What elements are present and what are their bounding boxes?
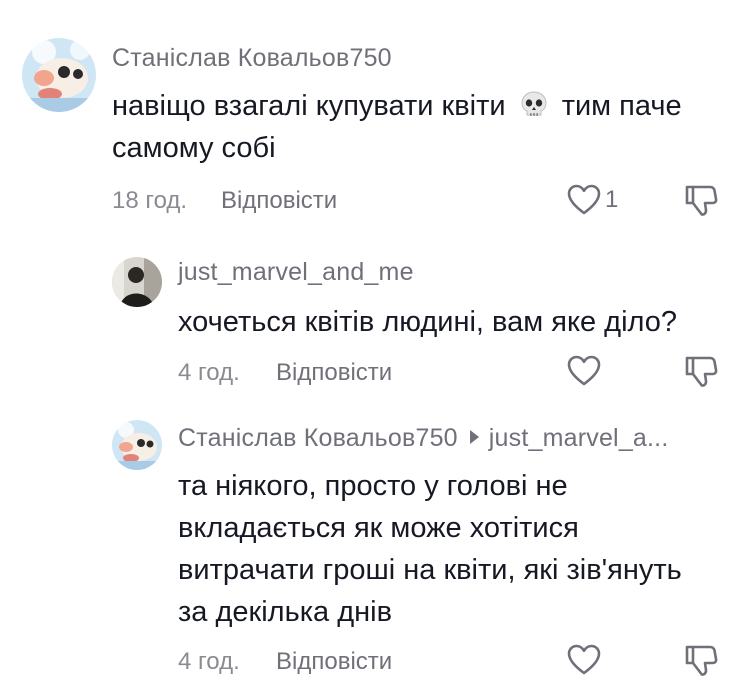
skull-emoji-icon [518, 89, 550, 132]
comment-text-line: та ніякого, просто у голові не [178, 470, 568, 502]
comment-text-line: хочеться квітів людині, вам яке діло? [178, 306, 678, 338]
comment-text-line: витрачати гроші на квіти, які зів'януть [178, 554, 682, 586]
thumbs-down-outline-icon [685, 645, 718, 676]
avatar[interactable] [112, 420, 162, 470]
reply-to-user[interactable]: just_marvel_a... [489, 424, 669, 452]
like-count: 1 [605, 186, 619, 213]
avatar-image [22, 38, 96, 112]
reply-button[interactable]: Відповісти [276, 648, 392, 676]
like-button[interactable]: 1 [567, 184, 618, 216]
comment-author[interactable]: just_marvel_and_me [178, 258, 414, 287]
heart-outline-icon [567, 644, 601, 675]
dislike-button[interactable] [683, 643, 719, 684]
comment-text-line: самому собі [112, 132, 276, 164]
thumbs-down-outline-icon [685, 185, 718, 216]
avatar[interactable] [22, 38, 96, 112]
comment-text-part: тим паче [561, 90, 682, 122]
dislike-button[interactable] [683, 183, 719, 224]
avatar-image [112, 257, 162, 307]
comment-author[interactable]: Станіслав Ковальов750 [178, 424, 458, 452]
reply-arrow-icon [469, 430, 479, 444]
comment-time: 18 год. [112, 187, 188, 214]
reply-button[interactable]: Відповісти [276, 359, 392, 387]
heart-outline-icon [567, 184, 601, 215]
comment-time: 4 год. [178, 359, 240, 386]
heart-outline-icon [567, 355, 601, 386]
comment-time: 4 год. [178, 648, 240, 675]
comment-text-part: навіщо взагалі купувати квіти [112, 90, 506, 122]
reply-button[interactable]: Відповісти [221, 187, 337, 215]
avatar[interactable] [112, 257, 162, 307]
comment-text-line: вкладається як може хотітися [178, 512, 579, 544]
like-button[interactable] [567, 644, 601, 676]
comment-text: навіщо взагалі купувати квіти тим паче [112, 86, 682, 132]
avatar-image [112, 420, 162, 470]
dislike-button[interactable] [683, 354, 719, 395]
comment-author[interactable]: Станіслав Ковальов750 [112, 44, 392, 73]
comment-author-line: Станіслав Ковальов750 just_marvel_a... [178, 424, 668, 453]
comment-text-line: за декілька днів [178, 596, 392, 628]
like-button[interactable] [567, 355, 601, 387]
thumbs-down-outline-icon [685, 356, 718, 387]
